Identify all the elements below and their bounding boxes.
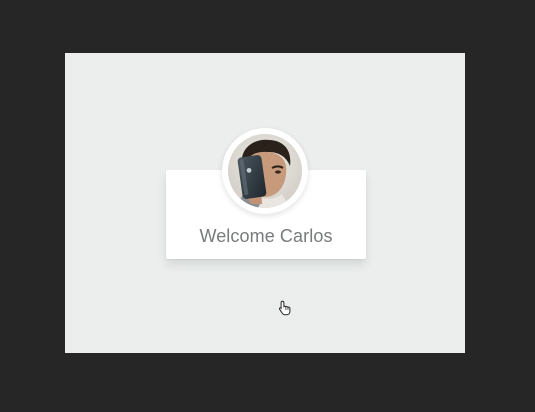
- user-avatar[interactable]: [222, 128, 308, 214]
- welcome-message: Welcome Carlos: [199, 226, 333, 246]
- hand-pointer-icon: [278, 300, 292, 316]
- login-screen: Welcome Carlos: [65, 53, 465, 353]
- avatar-photo: [228, 134, 302, 208]
